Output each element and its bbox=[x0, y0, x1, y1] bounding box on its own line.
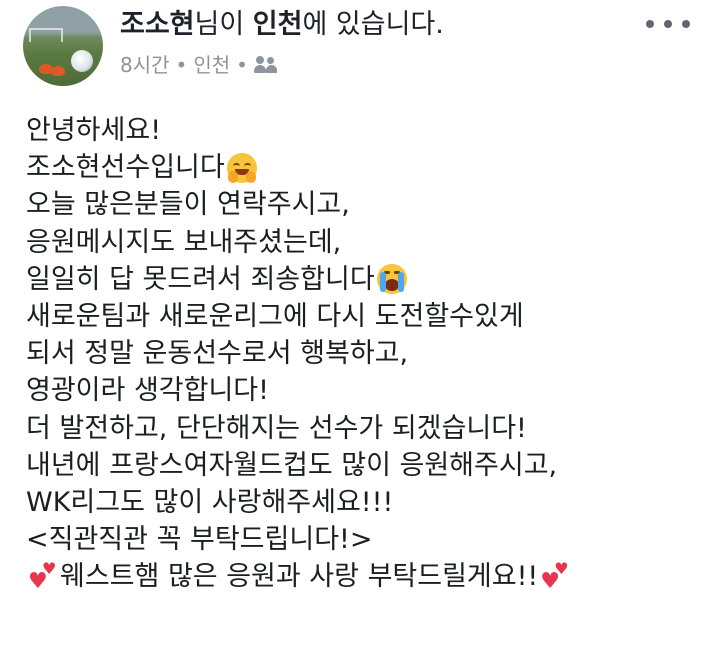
more-horizontal-icon[interactable] bbox=[646, 12, 690, 36]
body-line: 새로운팀과 새로운리그에 다시 도전할수있게 bbox=[26, 301, 524, 333]
location-link[interactable]: 인천 bbox=[253, 9, 303, 40]
body-line: 응원메시지도 보내주셨는데, bbox=[26, 226, 342, 258]
author-name[interactable]: 조소현 bbox=[120, 9, 195, 40]
ball-shape bbox=[71, 50, 93, 72]
friends-icon[interactable] bbox=[253, 56, 278, 74]
timestamp[interactable]: 8시간 bbox=[120, 52, 170, 78]
body-line: 조소현선수입니다 bbox=[26, 149, 572, 186]
title-connector: 님이 bbox=[194, 9, 253, 40]
goal-post-shape bbox=[29, 28, 63, 42]
two-hearts-icon: ♥ ♥ bbox=[540, 559, 569, 595]
body-line: 안녕하세요! bbox=[26, 115, 162, 146]
body-line: 오늘 많은분들이 연락주시고, bbox=[26, 189, 350, 221]
smiling-face-with-hands-icon bbox=[226, 152, 257, 183]
meta-separator: • bbox=[236, 53, 248, 77]
post-meta: 8시간 • 인천 • bbox=[120, 52, 278, 78]
post-body: 안녕하세요! 조소현선수입니다 오늘 많은분들이 연락주시고, 응원메시지도 보… bbox=[26, 112, 572, 596]
body-line: 일일히 답 못드려서 죄송합니다 bbox=[26, 261, 572, 298]
body-line: ♥ ♥ 웨스트햄 많은 응원과 사랑 부탁드릴게요!! ♥ ♥ bbox=[26, 558, 572, 595]
place: 인천 bbox=[193, 53, 231, 77]
body-line: 내년에 프랑스여자월드컵도 많이 응원해주시고, bbox=[26, 449, 558, 481]
crying-face-icon bbox=[376, 264, 407, 295]
body-line: 되서 정말 운동선수로서 행복하고, bbox=[26, 338, 409, 370]
post-title: 조소현님이 인천에 있습니다. bbox=[120, 8, 444, 42]
body-line: WK리그도 많이 사랑해주세요!!! bbox=[26, 487, 394, 519]
meta-separator: • bbox=[175, 53, 188, 77]
post-header: 조소현님이 인천에 있습니다. 8시간 • 인천 • bbox=[0, 0, 720, 100]
body-line: <직관직관 꼭 부탁드립니다!> bbox=[26, 524, 373, 556]
two-hearts-icon: ♥ ♥ bbox=[28, 559, 57, 595]
body-line: 영광이라 생각합니다! bbox=[26, 375, 269, 407]
title-suffix: 에 있습니다. bbox=[302, 9, 444, 40]
cone-shape bbox=[51, 66, 65, 76]
body-line: 더 발전하고, 단단해지는 선수가 되겠습니다! bbox=[26, 412, 527, 444]
avatar[interactable] bbox=[23, 6, 103, 86]
